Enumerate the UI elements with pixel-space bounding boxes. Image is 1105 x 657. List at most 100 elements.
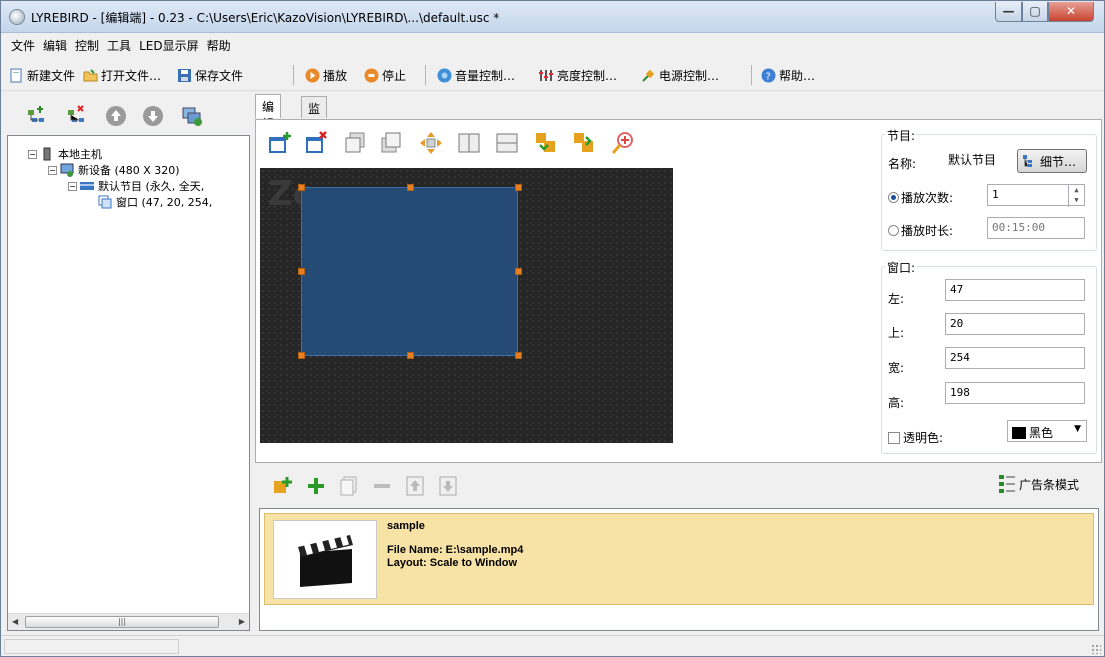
play-button[interactable]: 播放: [305, 65, 347, 85]
play-count-input[interactable]: 1 ▲ ▼: [987, 184, 1085, 207]
top-input[interactable]: 20: [945, 313, 1085, 335]
transparent-label: 透明色:: [903, 431, 944, 445]
play-duration-option[interactable]: 播放时长:: [888, 222, 953, 239]
media-file-name: File Name: E:\sample.mp4: [387, 544, 524, 556]
list-item[interactable]: sample File Name: E:\sample.mp4 Layout: …: [264, 513, 1094, 605]
volume-control-button[interactable]: 音量控制…: [437, 65, 515, 85]
minimize-button[interactable]: —: [995, 2, 1022, 22]
program-group-title: 节目:: [885, 127, 918, 144]
brightness-control-button[interactable]: 亮度控制…: [539, 65, 617, 85]
add-icon[interactable]: [305, 475, 327, 497]
menu-led-screen[interactable]: LED显示屏: [135, 34, 203, 57]
bring-front-icon[interactable]: [343, 131, 367, 155]
window-title: LYREBIRD - [编辑端] - 0.23 - C:\Users\Eric\…: [31, 11, 500, 25]
tree-node-host[interactable]: − 本地主机: [28, 146, 102, 162]
status-cell: [4, 639, 179, 654]
play-count-option[interactable]: 播放次数:: [888, 189, 953, 206]
resize-handle-tl[interactable]: [298, 184, 305, 191]
save-file-label: 保存文件: [195, 68, 244, 83]
play-count-spinner[interactable]: ▲ ▼: [1068, 185, 1084, 207]
toolbar-separator: [293, 65, 294, 85]
scroll-right-icon[interactable]: ▶: [239, 617, 245, 626]
transparent-checkbox[interactable]: [888, 432, 900, 444]
window-region[interactable]: [298, 184, 522, 359]
resize-handle-tr[interactable]: [515, 184, 522, 191]
move-down-icon[interactable]: [142, 105, 164, 127]
move-up-icon[interactable]: [105, 105, 127, 127]
width-input[interactable]: 254: [945, 347, 1085, 369]
delete-window-icon[interactable]: [305, 131, 329, 155]
fit-window-icon[interactable]: [419, 131, 443, 155]
tree-toolbar: [1, 93, 253, 133]
power-control-button[interactable]: 电源控制…: [641, 65, 719, 85]
scroll-left-icon[interactable]: ◀: [12, 617, 18, 626]
resize-handle-top[interactable]: [407, 184, 414, 191]
copy-icon[interactable]: [338, 475, 360, 497]
tree-node-window[interactable]: 窗口 (47, 20, 254,: [98, 194, 212, 210]
resize-handle-br[interactable]: [515, 352, 522, 359]
open-file-button[interactable]: 打开文件…: [83, 65, 161, 85]
tree-node-device[interactable]: − 新设备 (480 X 320): [48, 162, 180, 178]
help-button[interactable]: ? 帮助…: [761, 65, 815, 85]
layout-canvas[interactable]: Ze: [260, 168, 673, 443]
color-select[interactable]: 黑色 ▼: [1007, 420, 1087, 442]
height-input[interactable]: 198: [945, 382, 1085, 404]
menu-control[interactable]: 控制: [71, 34, 103, 57]
dropdown-arrow-icon: ▼: [1074, 424, 1081, 434]
volume-icon: [437, 68, 452, 83]
resize-handle-left[interactable]: [298, 268, 305, 275]
app-window: LYREBIRD - [编辑端] - 0.23 - C:\Users\Eric\…: [0, 0, 1105, 657]
tab-edit[interactable]: 编辑: [255, 94, 282, 131]
close-button[interactable]: ✕: [1048, 2, 1094, 22]
maximize-button[interactable]: ▢: [1022, 2, 1048, 22]
add-media-icon[interactable]: [272, 475, 294, 497]
playlist-area: 广告条模式 sample File Name: E:\sample.mp4 La: [255, 463, 1102, 633]
add-window-icon[interactable]: [268, 131, 292, 155]
resize-handle-right[interactable]: [515, 268, 522, 275]
save-file-button[interactable]: 保存文件: [177, 65, 243, 85]
move-up-item-icon[interactable]: [404, 475, 426, 497]
move-down-item-icon[interactable]: [437, 475, 459, 497]
tree-node-program[interactable]: − 默认节目 (永久, 全天,: [68, 178, 204, 194]
left-label: 左:: [888, 292, 905, 306]
add-node-icon[interactable]: [25, 105, 47, 127]
zoom-in-icon[interactable]: [611, 131, 635, 155]
menu-edit[interactable]: 编辑: [39, 34, 71, 57]
transparent-color-option[interactable]: 透明色:: [888, 429, 943, 446]
resize-handle-bottom[interactable]: [407, 352, 414, 359]
radio-unchecked[interactable]: [888, 225, 899, 236]
play-duration-input[interactable]: 00:15:00: [987, 217, 1085, 239]
title-bar[interactable]: LYREBIRD - [编辑端] - 0.23 - C:\Users\Eric\…: [1, 1, 1104, 33]
spin-up-icon[interactable]: ▲: [1069, 185, 1084, 195]
detail-button[interactable]: 细节…: [1017, 149, 1087, 173]
resize-handle-bl[interactable]: [298, 352, 305, 359]
scrollbar-thumb[interactable]: |||: [25, 616, 219, 628]
collapse-icon[interactable]: −: [48, 165, 57, 175]
play-label: 播放: [323, 68, 348, 83]
radio-checked[interactable]: [888, 192, 899, 203]
collapse-icon[interactable]: −: [68, 181, 77, 191]
split-vertical-icon[interactable]: [457, 131, 481, 155]
menu-help[interactable]: 帮助: [203, 34, 235, 57]
resize-grip-icon[interactable]: [1091, 644, 1101, 654]
detail-button-label: 细节…: [1040, 154, 1077, 169]
menu-file[interactable]: 文件: [7, 34, 39, 57]
tab-monitor[interactable]: 监控: [301, 96, 328, 133]
spin-down-icon[interactable]: ▼: [1069, 195, 1084, 205]
export-icon[interactable]: [572, 131, 596, 155]
left-input[interactable]: 47: [945, 279, 1085, 301]
tree-horizontal-scrollbar[interactable]: ◀ ||| ▶: [8, 613, 249, 630]
devices-icon[interactable]: [181, 105, 203, 127]
collapse-icon[interactable]: −: [28, 149, 37, 159]
program-icon: [80, 179, 94, 193]
split-horizontal-icon[interactable]: [495, 131, 519, 155]
banner-mode-button[interactable]: 广告条模式: [998, 474, 1079, 494]
height-label: 高:: [888, 396, 905, 410]
stop-button[interactable]: 停止: [364, 65, 406, 85]
send-back-icon[interactable]: [379, 131, 403, 155]
delete-node-icon[interactable]: [65, 105, 87, 127]
import-icon[interactable]: [534, 131, 558, 155]
new-file-button[interactable]: 新建文件: [9, 65, 75, 85]
menu-tools[interactable]: 工具: [103, 34, 135, 57]
remove-icon[interactable]: [371, 475, 393, 497]
